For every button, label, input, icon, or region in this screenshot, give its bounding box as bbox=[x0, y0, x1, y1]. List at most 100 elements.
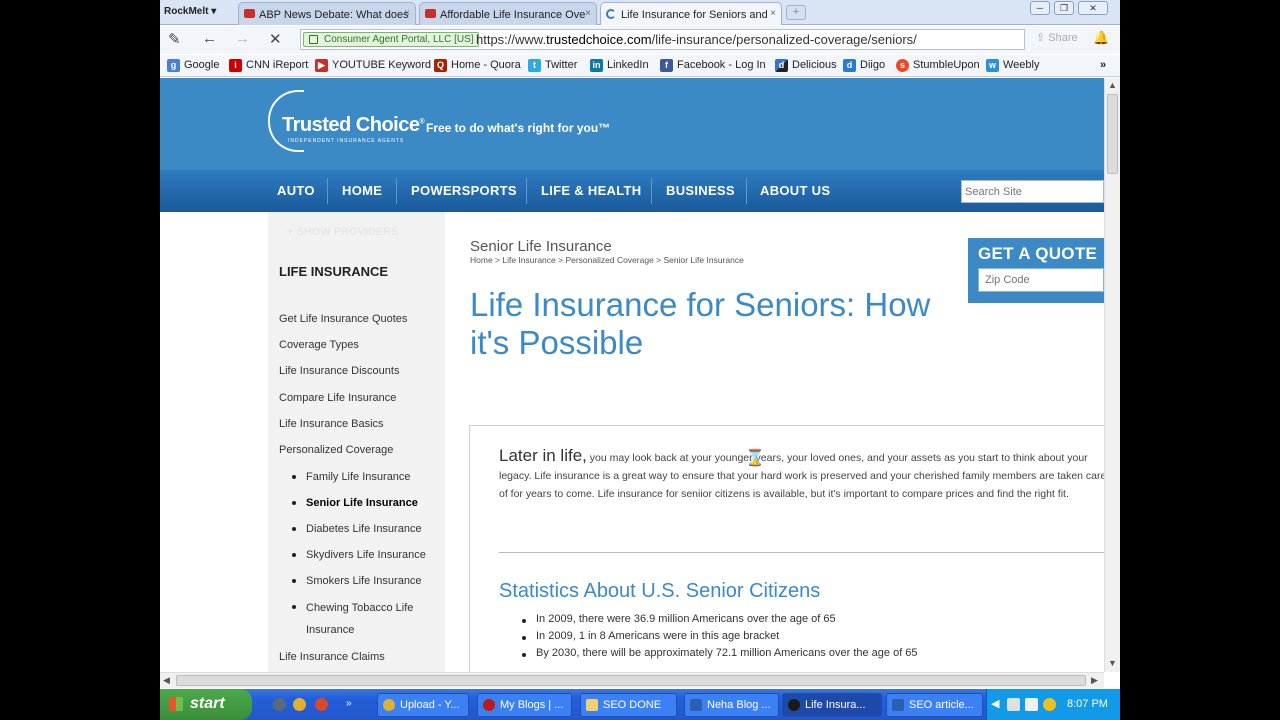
scroll-down-icon[interactable]: ▼ bbox=[1108, 658, 1117, 668]
back-icon[interactable]: ← bbox=[202, 30, 217, 47]
horizontal-scroll-thumb[interactable] bbox=[176, 675, 1086, 686]
delicious-icon: d bbox=[775, 59, 788, 72]
sidebar-sublink-skydivers[interactable]: Skydivers Life Insurance bbox=[306, 544, 426, 566]
nav-business[interactable]: BUSINESS bbox=[666, 170, 735, 212]
chrome-icon[interactable] bbox=[315, 698, 328, 711]
bookmark-weebly[interactable]: w Weebly bbox=[986, 59, 1039, 72]
intro-lead: Later in life, bbox=[499, 446, 587, 465]
ev-certificate-badge[interactable]: Consumer Agent Portal, LLC [US] bbox=[303, 32, 479, 47]
share-button[interactable]: ⇪ Share bbox=[1036, 31, 1078, 44]
close-window-button[interactable]: ✕ bbox=[1078, 1, 1108, 15]
scroll-up-icon[interactable]: ▲ bbox=[1108, 80, 1117, 90]
sidebar-link-compare[interactable]: Compare Life Insurance bbox=[279, 392, 396, 404]
sidebar-link-basics[interactable]: Life Insurance Basics bbox=[279, 418, 384, 430]
stat-item: In 2009, there were 36.9 million America… bbox=[536, 613, 836, 625]
sidebar-sublink-chewing-tobacco[interactable]: Chewing Tobacco Life Insurance bbox=[306, 597, 431, 641]
bullet-icon bbox=[292, 527, 296, 531]
bookmark-label: StumbleUpon bbox=[913, 59, 980, 71]
weebly-icon: w bbox=[986, 59, 999, 72]
nav-auto[interactable]: AUTO bbox=[277, 170, 315, 212]
compose-icon[interactable]: ✎ bbox=[168, 30, 181, 48]
bookmarks-overflow-icon[interactable]: » bbox=[1100, 59, 1106, 71]
bookmark-google[interactable]: g Google bbox=[167, 59, 219, 72]
minimize-button[interactable]: ─ bbox=[1030, 1, 1050, 15]
bookmark-twitter[interactable]: t Twitter bbox=[528, 59, 577, 72]
bookmark-stumbleupon[interactable]: s StumbleUpon bbox=[896, 59, 980, 72]
bookmark-delicious[interactable]: d Delicious bbox=[775, 59, 837, 72]
sidebar-sublink-family[interactable]: Family Life Insurance bbox=[306, 466, 411, 488]
zip-code-input[interactable] bbox=[978, 268, 1104, 292]
section-title: Senior Life Insurance bbox=[470, 238, 612, 255]
sidebar: + SHOW PROVIDERS LIFE INSURANCE Get Life… bbox=[268, 212, 445, 672]
bookmark-quora[interactable]: Q Home - Quora bbox=[434, 59, 521, 72]
site-search-input[interactable] bbox=[961, 180, 1104, 203]
volume-icon[interactable] bbox=[1025, 698, 1038, 711]
start-button[interactable]: start bbox=[160, 689, 252, 720]
maximize-button[interactable]: ❐ bbox=[1054, 1, 1074, 15]
chrome-icon[interactable] bbox=[293, 698, 306, 711]
vertical-scrollbar[interactable]: ▲ ▼ bbox=[1104, 78, 1120, 672]
tab-label: Affordable Life Insurance Ove bbox=[440, 9, 586, 21]
taskbar-item-my-blogs[interactable]: My Blogs | ... bbox=[477, 693, 572, 717]
horizontal-scrollbar[interactable]: ◀ ▶ bbox=[160, 672, 1104, 688]
taskbar-item-seo-article[interactable]: SEO article... bbox=[886, 693, 983, 717]
scroll-left-icon[interactable]: ◀ bbox=[163, 675, 170, 686]
stop-icon[interactable]: ✕ bbox=[269, 30, 282, 48]
nav-home[interactable]: HOME bbox=[342, 170, 382, 212]
bullet-icon bbox=[292, 605, 296, 609]
sidebar-link-claims[interactable]: Life Insurance Claims bbox=[279, 651, 385, 663]
word-document-icon bbox=[892, 699, 904, 711]
sidebar-link-discounts[interactable]: Life Insurance Discounts bbox=[279, 365, 399, 377]
sidebar-link-coverage-types[interactable]: Coverage Types bbox=[279, 339, 359, 351]
show-providers-link[interactable]: + SHOW PROVIDERS bbox=[287, 226, 399, 238]
tab-life-insurance-seniors[interactable]: Life Insurance for Seniors and × bbox=[600, 2, 782, 25]
vertical-scroll-thumb[interactable] bbox=[1107, 94, 1118, 174]
web-page: Trusted Choice® INDEPENDENT INSURANCE AG… bbox=[160, 78, 1104, 672]
close-tab-icon[interactable]: × bbox=[404, 8, 410, 19]
tray-expand-icon[interactable]: ◀ bbox=[991, 697, 999, 710]
sidebar-link-quotes[interactable]: Get Life Insurance Quotes bbox=[279, 313, 407, 325]
intro-paragraph: Later in life, you may look back at your… bbox=[499, 447, 1104, 503]
sidebar-sublink-diabetes[interactable]: Diabetes Life Insurance bbox=[306, 518, 422, 540]
tab-abp-news[interactable]: ABP News Debate: What does × bbox=[238, 2, 416, 25]
bookmark-diigo[interactable]: d Diigo bbox=[843, 59, 885, 72]
taskbar-item-neha-blog[interactable]: Neha Blog ... bbox=[684, 693, 779, 717]
notification-bell-icon[interactable]: 🔔 bbox=[1093, 30, 1109, 46]
nav-about-us[interactable]: ABOUT US bbox=[760, 170, 830, 212]
taskbar-item-upload[interactable]: Upload - Y... bbox=[377, 693, 469, 717]
opera-icon bbox=[483, 699, 495, 711]
close-tab-icon[interactable]: × bbox=[585, 8, 591, 19]
bookmark-cnn-ireport[interactable]: i CNN iReport bbox=[229, 59, 308, 72]
clock[interactable]: 8:07 PM bbox=[1067, 698, 1108, 710]
new-tab-button[interactable]: + bbox=[786, 5, 806, 20]
sidebar-sublink-senior[interactable]: Senior Life Insurance bbox=[306, 492, 418, 514]
ireport-icon: i bbox=[229, 59, 242, 72]
bullet-icon bbox=[522, 619, 526, 623]
nav-divider bbox=[327, 178, 328, 204]
bullet-icon bbox=[292, 501, 296, 505]
page-title: Life Insurance for Seniors: How it's Pos… bbox=[470, 286, 931, 361]
scroll-right-icon[interactable]: ▶ bbox=[1091, 675, 1098, 686]
breadcrumb[interactable]: Home > Life Insurance > Personalized Cov… bbox=[470, 255, 744, 265]
bookmark-youtube-keyword[interactable]: ▶ YOUTUBE Keyword bbox=[315, 59, 431, 72]
bookmark-facebook[interactable]: f Facebook - Log In bbox=[660, 59, 766, 72]
forward-icon[interactable]: → bbox=[235, 30, 250, 47]
bookmark-linkedin[interactable]: in LinkedIn bbox=[590, 59, 649, 72]
rockmelt-icon bbox=[788, 699, 800, 711]
linkedin-icon: in bbox=[590, 59, 603, 72]
nav-life-health[interactable]: LIFE & HEALTH bbox=[541, 170, 641, 212]
tab-affordable-life[interactable]: Affordable Life Insurance Ove × bbox=[419, 2, 597, 25]
rockmelt-menu[interactable]: RockMelt ▾ bbox=[164, 6, 216, 17]
taskbar-item-seo-done[interactable]: SEO DONE bbox=[580, 693, 677, 717]
security-shield-icon[interactable] bbox=[1043, 698, 1056, 711]
address-bar[interactable]: Consumer Agent Portal, LLC [US] https://… bbox=[300, 29, 1025, 50]
quicklaunch-overflow-icon[interactable]: » bbox=[346, 698, 352, 709]
quicklaunch-app-icon[interactable] bbox=[273, 698, 286, 711]
sidebar-sublink-smokers[interactable]: Smokers Life Insurance bbox=[306, 570, 422, 592]
close-tab-icon[interactable]: × bbox=[770, 8, 776, 19]
sidebar-link-personalized[interactable]: Personalized Coverage bbox=[279, 444, 393, 456]
chrome-icon bbox=[383, 699, 395, 711]
taskbar-item-life-insurance[interactable]: Life Insura... bbox=[782, 693, 882, 717]
network-icon[interactable] bbox=[1007, 698, 1020, 711]
nav-powersports[interactable]: POWERSPORTS bbox=[411, 170, 517, 212]
